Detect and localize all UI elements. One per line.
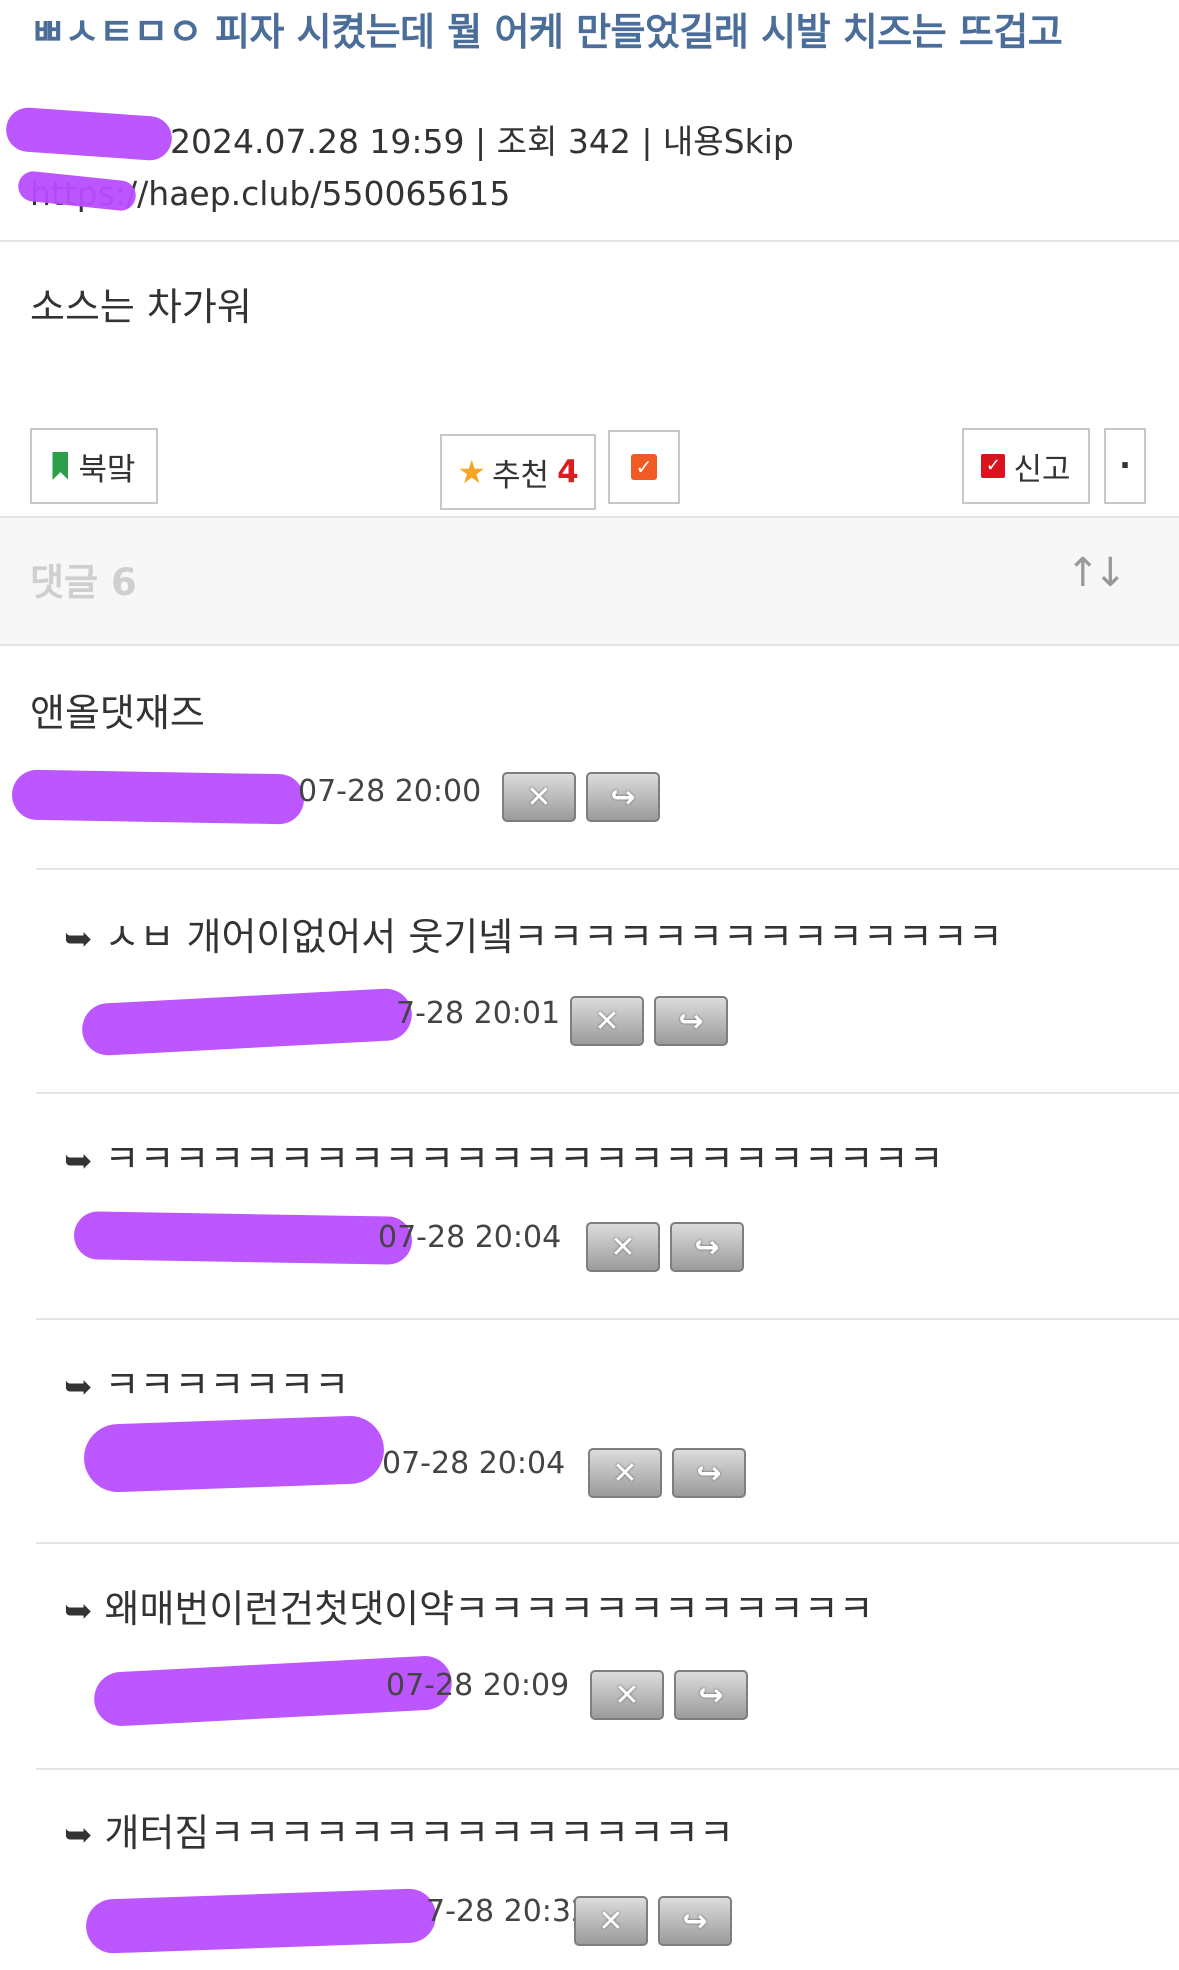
redaction-commenter [11,769,305,825]
reply-comment-button[interactable]: ↪ [670,1222,744,1272]
comment-time: 7-28 20:01 [396,996,561,1031]
redaction-commenter [80,987,414,1057]
comment-time: 07-28 20:04 [378,1220,562,1255]
report-button[interactable]: ✓ 신고 [962,428,1090,504]
more-button[interactable]: · [1104,428,1146,504]
close-icon: ✕ [610,1229,636,1265]
delete-comment-button[interactable]: ✕ [574,1896,648,1946]
comment-time: 7-28 20:32 [426,1894,591,1929]
recommend-count: 4 [557,454,579,490]
comment-divider [36,1318,1179,1320]
reply-comment: ➥ 왜매번이런건첫댓이약ㅋㅋㅋㅋㅋㅋㅋㅋㅋㅋㅋㅋ [64,1587,874,1631]
post-body: 소스는 차가워 [30,285,252,329]
close-icon: ✕ [614,1677,640,1713]
star-icon: ★ [457,453,487,491]
reply-comment-button[interactable]: ↪ [654,996,728,1046]
comment-time: 07-28 20:00 [298,774,482,809]
close-icon: ✕ [612,1455,638,1491]
reply-comment-button[interactable]: ↪ [672,1448,746,1498]
header-divider [0,240,1179,242]
delete-comment-button[interactable]: ✕ [570,996,644,1046]
recommend-button[interactable]: ★ 추천 4 [440,434,596,510]
reply-comment-button[interactable]: ↪ [674,1670,748,1720]
reply-icon: ↪ [610,779,636,815]
reply-icon: ↪ [682,1903,708,1939]
delete-comment-button[interactable]: ✕ [588,1448,662,1498]
reply-arrow-icon: ➥ [64,1141,93,1181]
comment-divider [36,1092,1179,1094]
reply-arrow-icon: ➥ [64,919,93,959]
reply-comment-button[interactable]: ↪ [586,772,660,822]
post-title: ㅃㅅㅌㅁㅇ 피자 시켰는데 뭘 어케 만들었길래 시발 치즈는 뜨겁고 [30,10,1063,54]
comment-divider [36,1542,1179,1544]
reply-icon: ↪ [696,1455,722,1491]
comment-time: 07-28 20:09 [386,1668,570,1703]
comment-text: 앤올댓재즈 [30,691,205,735]
reply-comment: ➥ 개터짐ㅋㅋㅋㅋㅋㅋㅋㅋㅋㅋㅋㅋㅋㅋㅋ [64,1811,734,1855]
delete-comment-button[interactable]: ✕ [502,772,576,822]
sort-icon[interactable]: ↑↓ [1066,550,1127,596]
check-button[interactable]: ✓ [608,430,680,504]
comment-time: 07-28 20:04 [382,1446,566,1481]
close-icon: ✕ [526,779,552,815]
comment-divider [36,1768,1179,1770]
bookmark-button[interactable]: 북맠 [30,428,158,504]
report-check-icon: ✓ [981,454,1006,478]
reply-arrow-icon: ➥ [64,1815,93,1855]
delete-comment-button[interactable]: ✕ [590,1670,664,1720]
comment-count: 댓글 6 [30,561,137,604]
reply-icon: ↪ [694,1229,720,1265]
reply-icon: ↪ [698,1677,724,1713]
delete-comment-button[interactable]: ✕ [586,1222,660,1272]
reply-comment: ➥ ㅅㅂ 개어이없어서 웃기넼ㅋㅋㅋㅋㅋㅋㅋㅋㅋㅋㅋㅋㅋㅋ [64,915,1003,959]
redaction-commenter [73,1211,413,1265]
close-icon: ✕ [598,1903,624,1939]
comment-divider [36,868,1179,870]
check-icon: ✓ [631,454,657,480]
reply-arrow-icon: ➥ [64,1591,93,1631]
reply-arrow-icon: ➥ [64,1367,93,1407]
comments-divider [0,644,1179,646]
reply-icon: ↪ [678,1003,704,1039]
bookmark-icon [52,452,69,480]
reply-comment-button[interactable]: ↪ [658,1896,732,1946]
reply-comment: ➥ ㅋㅋㅋㅋㅋㅋㅋ [64,1363,350,1407]
redaction-commenter [85,1887,437,1955]
comments-header [0,518,1179,644]
close-icon: ✕ [594,1003,620,1039]
reply-comment: ➥ ㅋㅋㅋㅋㅋㅋㅋㅋㅋㅋㅋㅋㅋㅋㅋㅋㅋㅋㅋㅋㅋㅋㅋㅋ [64,1137,944,1181]
redaction-commenter [82,1414,386,1494]
